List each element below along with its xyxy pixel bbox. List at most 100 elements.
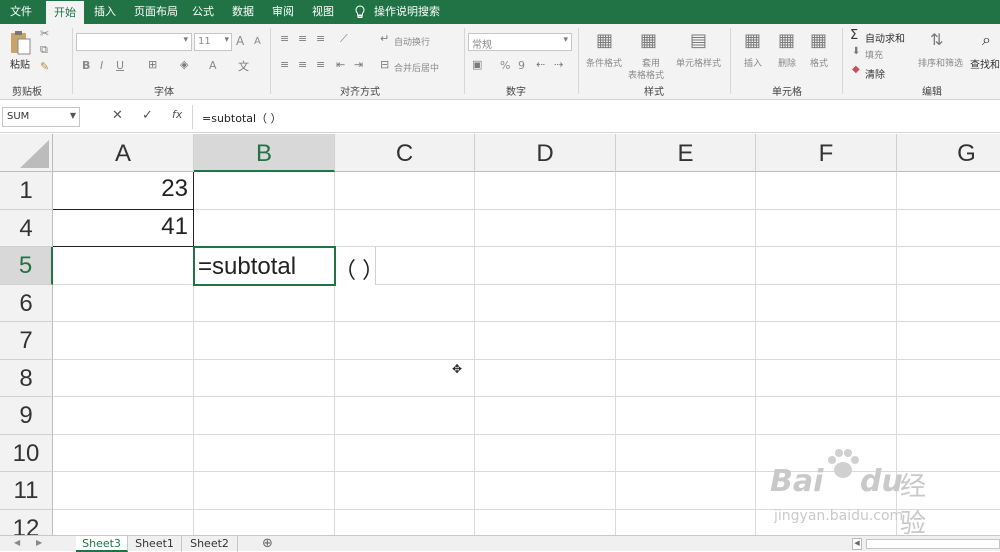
insert-cells-icon[interactable]: ▦ <box>744 30 761 51</box>
tab-data[interactable]: 数据 <box>232 0 254 24</box>
delete-cells-button[interactable]: 删除 <box>778 56 796 69</box>
insert-cells-button[interactable]: 插入 <box>744 56 762 69</box>
tab-insert[interactable]: 插入 <box>94 0 116 24</box>
tab-review[interactable]: 审阅 <box>272 0 294 24</box>
row-header-8[interactable]: 8 <box>0 360 53 397</box>
cell-styles-icon[interactable]: ▤ <box>690 30 707 51</box>
align-middle-icon[interactable]: ≡ <box>298 32 307 45</box>
select-all-button[interactable] <box>0 134 53 172</box>
font-name-dropdown[interactable]: ▾ <box>76 33 192 51</box>
font-color-button[interactable]: A <box>209 59 217 72</box>
paste-button[interactable]: 粘贴 <box>10 56 30 71</box>
column-header-d[interactable]: D <box>475 134 616 172</box>
format-cells-icon[interactable]: ▦ <box>810 30 827 51</box>
phonetic-icon[interactable]: 文 <box>238 58 249 74</box>
align-right-icon[interactable]: ≡ <box>316 58 325 71</box>
name-box[interactable]: SUM ▼ <box>2 107 80 127</box>
autosum-button[interactable]: 自动求和 <box>865 30 905 45</box>
tab-home[interactable]: 开始 <box>46 1 84 24</box>
next-sheet-icon[interactable]: ▶ <box>36 538 42 547</box>
prev-sheet-icon[interactable]: ◀ <box>14 538 20 547</box>
underline-button[interactable]: U <box>116 59 124 72</box>
tab-formulas[interactable]: 公式 <box>192 0 214 24</box>
decrease-decimal-icon[interactable]: ⇢ <box>554 58 563 71</box>
column-header-g[interactable]: G <box>897 134 1000 172</box>
number-format-dropdown[interactable]: 常规 ▾ <box>468 33 572 51</box>
add-sheet-icon[interactable]: ⊕ <box>262 536 273 551</box>
column-header-f[interactable]: F <box>756 134 897 172</box>
row-header-6[interactable]: 6 <box>0 285 53 322</box>
grow-font-button[interactable]: A <box>236 34 244 48</box>
clear-icon[interactable]: ◆ <box>852 64 860 75</box>
cancel-icon[interactable]: ✕ <box>112 108 123 123</box>
font-size-dropdown[interactable]: 11 ▾ <box>194 33 232 51</box>
format-cells-button[interactable]: 格式 <box>810 56 828 69</box>
paste-icon[interactable] <box>8 30 32 56</box>
conditional-format-icon[interactable]: ▦ <box>596 30 613 51</box>
row-header-5[interactable]: 5 <box>0 247 53 285</box>
sheet-tab-sheet2[interactable]: Sheet2 <box>182 536 238 552</box>
fill-icon[interactable]: ⬇ <box>852 46 860 57</box>
fill-button[interactable]: 填充 <box>865 48 883 61</box>
find-select-icon[interactable]: ⌕ <box>982 30 991 50</box>
row-header-12[interactable]: 12 <box>0 510 53 535</box>
merge-center-icon[interactable]: ⊟ <box>380 58 389 71</box>
align-top-icon[interactable]: ≡ <box>280 32 289 45</box>
format-as-table-icon[interactable]: ▦ <box>640 30 657 51</box>
fill-color-icon[interactable]: ◈ <box>180 58 188 71</box>
merge-center-button[interactable]: 合并后居中 <box>394 61 439 74</box>
sheet-tab-sheet1[interactable]: Sheet1 <box>128 536 182 552</box>
insert-function-icon[interactable]: fx <box>172 108 182 121</box>
italic-button[interactable]: I <box>100 59 103 72</box>
borders-icon[interactable]: ⊞ <box>148 58 157 71</box>
increase-decimal-icon[interactable]: ⇠ <box>536 58 545 71</box>
clear-button[interactable]: 清除 <box>865 66 885 81</box>
formula-input[interactable]: =subtotal（ ） <box>202 110 282 126</box>
delete-cells-icon[interactable]: ▦ <box>778 30 795 51</box>
cell-styles-button[interactable]: 单元格样式 <box>676 56 721 69</box>
row-header-4[interactable]: 4 <box>0 210 53 247</box>
align-left-icon[interactable]: ≡ <box>280 58 289 71</box>
find-select-button[interactable]: 查找和 <box>970 56 1000 71</box>
tell-me-search[interactable]: 操作说明搜索 <box>374 0 440 24</box>
currency-icon[interactable]: ▣ <box>472 58 482 71</box>
sort-filter-button[interactable]: 排序和筛选 <box>918 56 963 69</box>
enter-icon[interactable]: ✓ <box>142 108 153 123</box>
increase-indent-icon[interactable]: ⇥ <box>354 58 363 71</box>
decrease-indent-icon[interactable]: ⇤ <box>336 58 345 71</box>
format-painter-icon[interactable]: ✎ <box>40 60 49 73</box>
align-center-icon[interactable]: ≡ <box>298 58 307 71</box>
scroll-left-button[interactable]: ◀ <box>852 538 862 550</box>
wrap-text-icon[interactable]: ↵ <box>380 32 389 45</box>
percent-button[interactable]: % <box>500 59 510 72</box>
column-header-c[interactable]: C <box>335 134 475 172</box>
horizontal-scrollbar[interactable] <box>866 539 1000 549</box>
orientation-icon[interactable]: ⟋ <box>340 32 348 46</box>
align-bottom-icon[interactable]: ≡ <box>316 32 325 45</box>
column-header-a[interactable]: A <box>53 134 194 172</box>
wrap-text-button[interactable]: 自动换行 <box>394 35 430 48</box>
row-header-9[interactable]: 9 <box>0 397 53 435</box>
shrink-font-button[interactable]: A <box>254 36 261 47</box>
tab-file[interactable]: 文件 <box>10 0 32 24</box>
cell-b5-editor-text[interactable]: =subtotal <box>198 253 296 281</box>
row-header-11[interactable]: 11 <box>0 472 53 510</box>
cut-icon[interactable]: ✂ <box>40 27 49 40</box>
tab-page-layout[interactable]: 页面布局 <box>134 0 178 24</box>
tab-view[interactable]: 视图 <box>312 0 334 24</box>
row-header-7[interactable]: 7 <box>0 322 53 360</box>
bold-button[interactable]: B <box>82 59 90 72</box>
cell-a1[interactable]: 23 <box>54 175 188 203</box>
row-header-10[interactable]: 10 <box>0 435 53 472</box>
row-header-1[interactable]: 1 <box>0 172 53 210</box>
copy-icon[interactable]: ⧉ <box>40 43 48 57</box>
sheet-tab-sheet3[interactable]: Sheet3 <box>76 536 128 552</box>
autosum-icon[interactable]: Σ <box>850 28 858 43</box>
column-header-b[interactable]: B <box>194 134 335 172</box>
cell-a4[interactable]: 41 <box>54 213 188 241</box>
conditional-format-button[interactable]: 条件格式 <box>586 56 622 69</box>
column-header-e[interactable]: E <box>616 134 756 172</box>
chevron-down-icon[interactable]: ▼ <box>70 111 76 120</box>
sort-filter-icon[interactable]: ⇅ <box>930 30 943 49</box>
comma-style-button[interactable]: 9 <box>518 59 525 72</box>
